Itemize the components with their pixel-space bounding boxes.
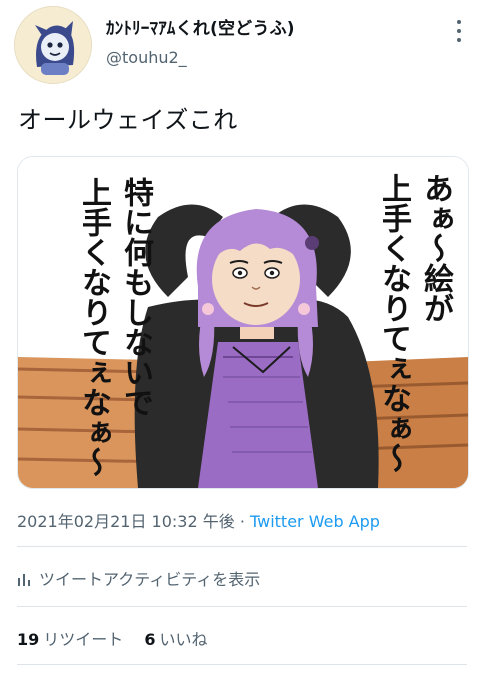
meta-separator: · [234, 512, 250, 531]
tweet-image[interactable]: 特に何もしないで 上手くなりてぇなぁ〜 あぁ〜絵が 上手くなりてぇなぁ〜 [17, 156, 469, 489]
tweet-text: オールウェイズこれ [18, 106, 238, 134]
likes-label: いいね [159, 630, 208, 649]
left-caption-column-1: 特に何もしないで [118, 177, 153, 417]
tweet-timestamp[interactable]: 2021年02月21日 10:32 午後 [17, 512, 235, 531]
left-caption: 特に何もしないで 上手くなりてぇなぁ〜 [38, 177, 158, 477]
likes-count: 6 [144, 630, 156, 649]
more-options-icon[interactable] [451, 18, 467, 44]
avatar[interactable] [14, 6, 92, 84]
tweet-activity-link[interactable]: ツイートアクティビティを表示 [17, 566, 260, 590]
right-caption-column-2: 上手くなりてぇなぁ〜 [376, 173, 411, 473]
divider [17, 606, 467, 607]
left-caption-column-2: 上手くなりてぇなぁ〜 [76, 177, 111, 477]
avatar-illustration [15, 7, 91, 83]
right-caption-column-1: あぁ〜絵が [418, 173, 453, 323]
bar-chart-icon [17, 571, 31, 590]
display-name[interactable]: ｶﾝﾄﾘｰﾏｱﾑくれ(空どうふ) [106, 14, 295, 39]
user-handle[interactable]: @touhu2_ [106, 48, 187, 67]
tweet-source-link[interactable]: Twitter Web App [250, 512, 380, 531]
divider [17, 664, 467, 665]
retweets-label: リツイート [43, 630, 124, 649]
tweet-header: ｶﾝﾄﾘｰﾏｱﾑくれ(空どうふ) @touhu2_ [0, 0, 483, 84]
likes-stat[interactable]: 6 いいね [144, 630, 207, 649]
tweet-meta: 2021年02月21日 10:32 午後 · Twitter Web App [17, 508, 380, 532]
retweets-count: 19 [17, 630, 40, 649]
tweet-stats: 19 リツイート 6 いいね [17, 626, 208, 650]
divider [17, 546, 467, 547]
tweet-activity-label: ツイートアクティビティを表示 [39, 570, 261, 589]
right-caption: あぁ〜絵が 上手くなりてぇなぁ〜 [358, 173, 458, 473]
retweets-stat[interactable]: 19 リツイート [17, 630, 123, 649]
